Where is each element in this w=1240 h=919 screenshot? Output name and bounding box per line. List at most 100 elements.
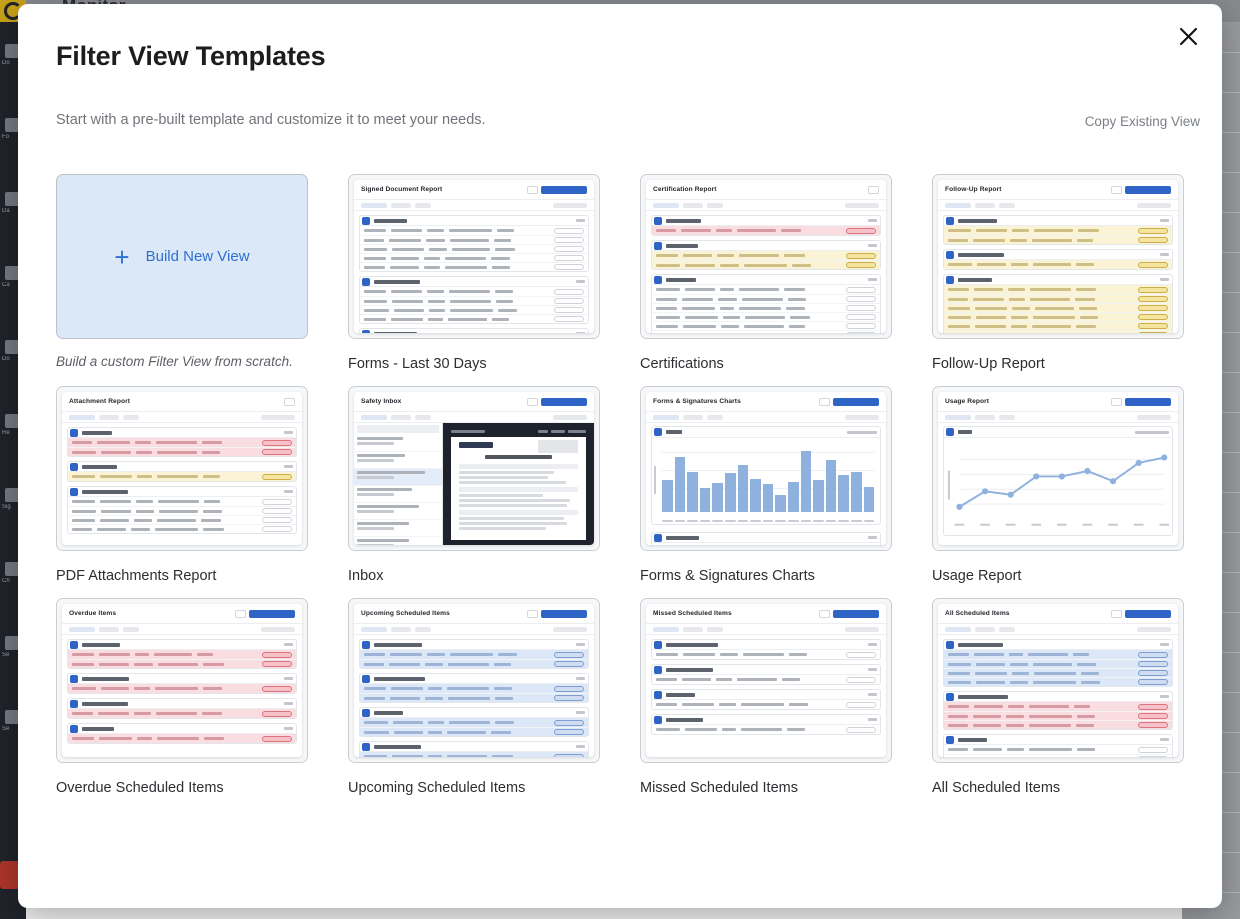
thumb-table-cell [656,254,678,257]
template-card[interactable]: Safety Inbox [348,386,600,551]
thumb-line-chart [944,438,1172,534]
thumb-group-icon [362,641,370,649]
thumb-inbox-item [354,503,442,520]
thumb-status-badge [1138,287,1168,293]
thumb-table-row [68,734,296,743]
thumb-table-row [360,287,588,296]
thumb-table-cell [685,728,717,731]
thumb-table-cell [424,257,440,260]
thumb-table-cell [364,229,386,232]
thumb-header-actions [527,610,587,618]
thumb-status-badge [554,754,584,758]
thumb-table-row [652,285,880,294]
close-icon[interactable] [1174,22,1202,50]
template-card[interactable]: Missed Scheduled Items [640,598,892,763]
thumb-group-icon [654,691,662,699]
thumb-table-cell [787,728,805,731]
thumb-table-row [360,244,588,253]
thumb-table-cell [716,229,732,232]
thumb-table-cell [739,307,781,310]
template-label: PDF Attachments Report [56,568,308,584]
thumb-group [651,664,881,685]
thumbnail-canvas: Missed Scheduled Items [646,604,886,757]
thumb-filter-bar [62,624,302,635]
thumb-table-cell [99,663,129,666]
thumb-table-cell [1077,239,1093,242]
thumb-table-cell [203,687,222,690]
thumb-filter-summary [845,415,879,420]
thumb-table-row [360,684,588,693]
copy-existing-view-link[interactable]: Copy Existing View [1085,114,1200,129]
thumb-header: Follow-Up Report [938,180,1178,200]
thumb-group-controls [284,702,293,705]
thumb-filter-bar [62,412,302,423]
thumb-table-cell [656,229,676,232]
chart-x-tick [763,520,774,522]
thumb-table-cell [741,703,784,706]
thumb-table-cell [976,229,1007,232]
thumb-table-row [68,659,296,668]
thumb-table-cell [789,653,807,656]
thumb-table-cell [1030,288,1071,291]
thumb-table-cell [1008,705,1024,708]
thumb-primary-button [1125,398,1171,406]
thumb-filter-chip [999,627,1015,632]
thumb-table-cell [425,697,443,700]
template-card[interactable]: Upcoming Scheduled Items [348,598,600,763]
thumb-search-icon [527,186,538,194]
template-cell: Forms & Signatures Charts Forms & Signatu… [640,386,892,584]
thumb-status-badge [1138,296,1168,302]
thumb-preview-toolbar-item [551,430,565,433]
thumb-group-header [652,665,880,675]
build-new-view-button[interactable]: + Build New View [56,174,308,339]
thumb-status-badge [262,474,292,480]
chart-x-tick [955,524,965,526]
thumb-group-controls [868,693,877,696]
thumb-group-controls [868,536,877,539]
thumb-preview-toolbar [451,428,586,434]
thumb-status-badge [1138,652,1168,658]
thumb-table-cell [1029,715,1072,718]
template-label: Follow-Up Report [932,356,1184,372]
template-card[interactable]: Forms & Signatures Charts [640,386,892,551]
template-card[interactable]: Overdue Items [56,598,308,763]
thumb-group [651,215,881,236]
thumbnail-canvas: Usage Report [938,392,1178,545]
thumb-group-icon [946,641,954,649]
template-card[interactable]: Follow-Up Report [932,174,1184,339]
thumb-table-row [944,668,1172,677]
thumb-group-icon [654,217,662,225]
chart-data-point [982,488,988,494]
chart-y-axis-label [654,466,656,494]
thumb-table-row [652,321,880,330]
thumb-table-cell [1011,325,1027,328]
thumb-table-body [646,635,886,739]
thumb-table-cell [1079,307,1097,310]
thumb-status-badge [846,228,876,234]
template-card[interactable]: All Scheduled Items [932,598,1184,763]
thumb-group-controls [284,643,293,646]
thumb-primary-button [541,610,587,618]
thumb-document-section [459,510,578,515]
thumb-table-row [944,260,1172,269]
thumb-table-cell [685,288,715,291]
thumb-title: Attachment Report [69,398,130,405]
thumb-search-icon [527,398,538,406]
thumb-status-badge [1138,722,1168,728]
template-thumbnail: Follow-Up Report [933,175,1183,338]
thumb-table-cell [723,316,740,319]
template-card[interactable]: Attachment Report [56,386,308,551]
template-card[interactable]: Signed Document Report [348,174,600,339]
thumb-chart-icon [654,428,662,436]
thumb-table-cell [495,697,513,700]
thumb-chart-header [652,427,880,438]
thumb-document-line [459,471,554,474]
thumb-search-icon [284,398,295,406]
chart-x-tick [813,520,824,522]
chart-x-tick [801,520,812,522]
thumb-table-cell [491,257,510,260]
template-card[interactable]: Certification Report [640,174,892,339]
thumb-status-badge [1138,747,1168,753]
thumb-group-title [666,693,695,697]
template-card[interactable]: Usage Report [932,386,1184,551]
